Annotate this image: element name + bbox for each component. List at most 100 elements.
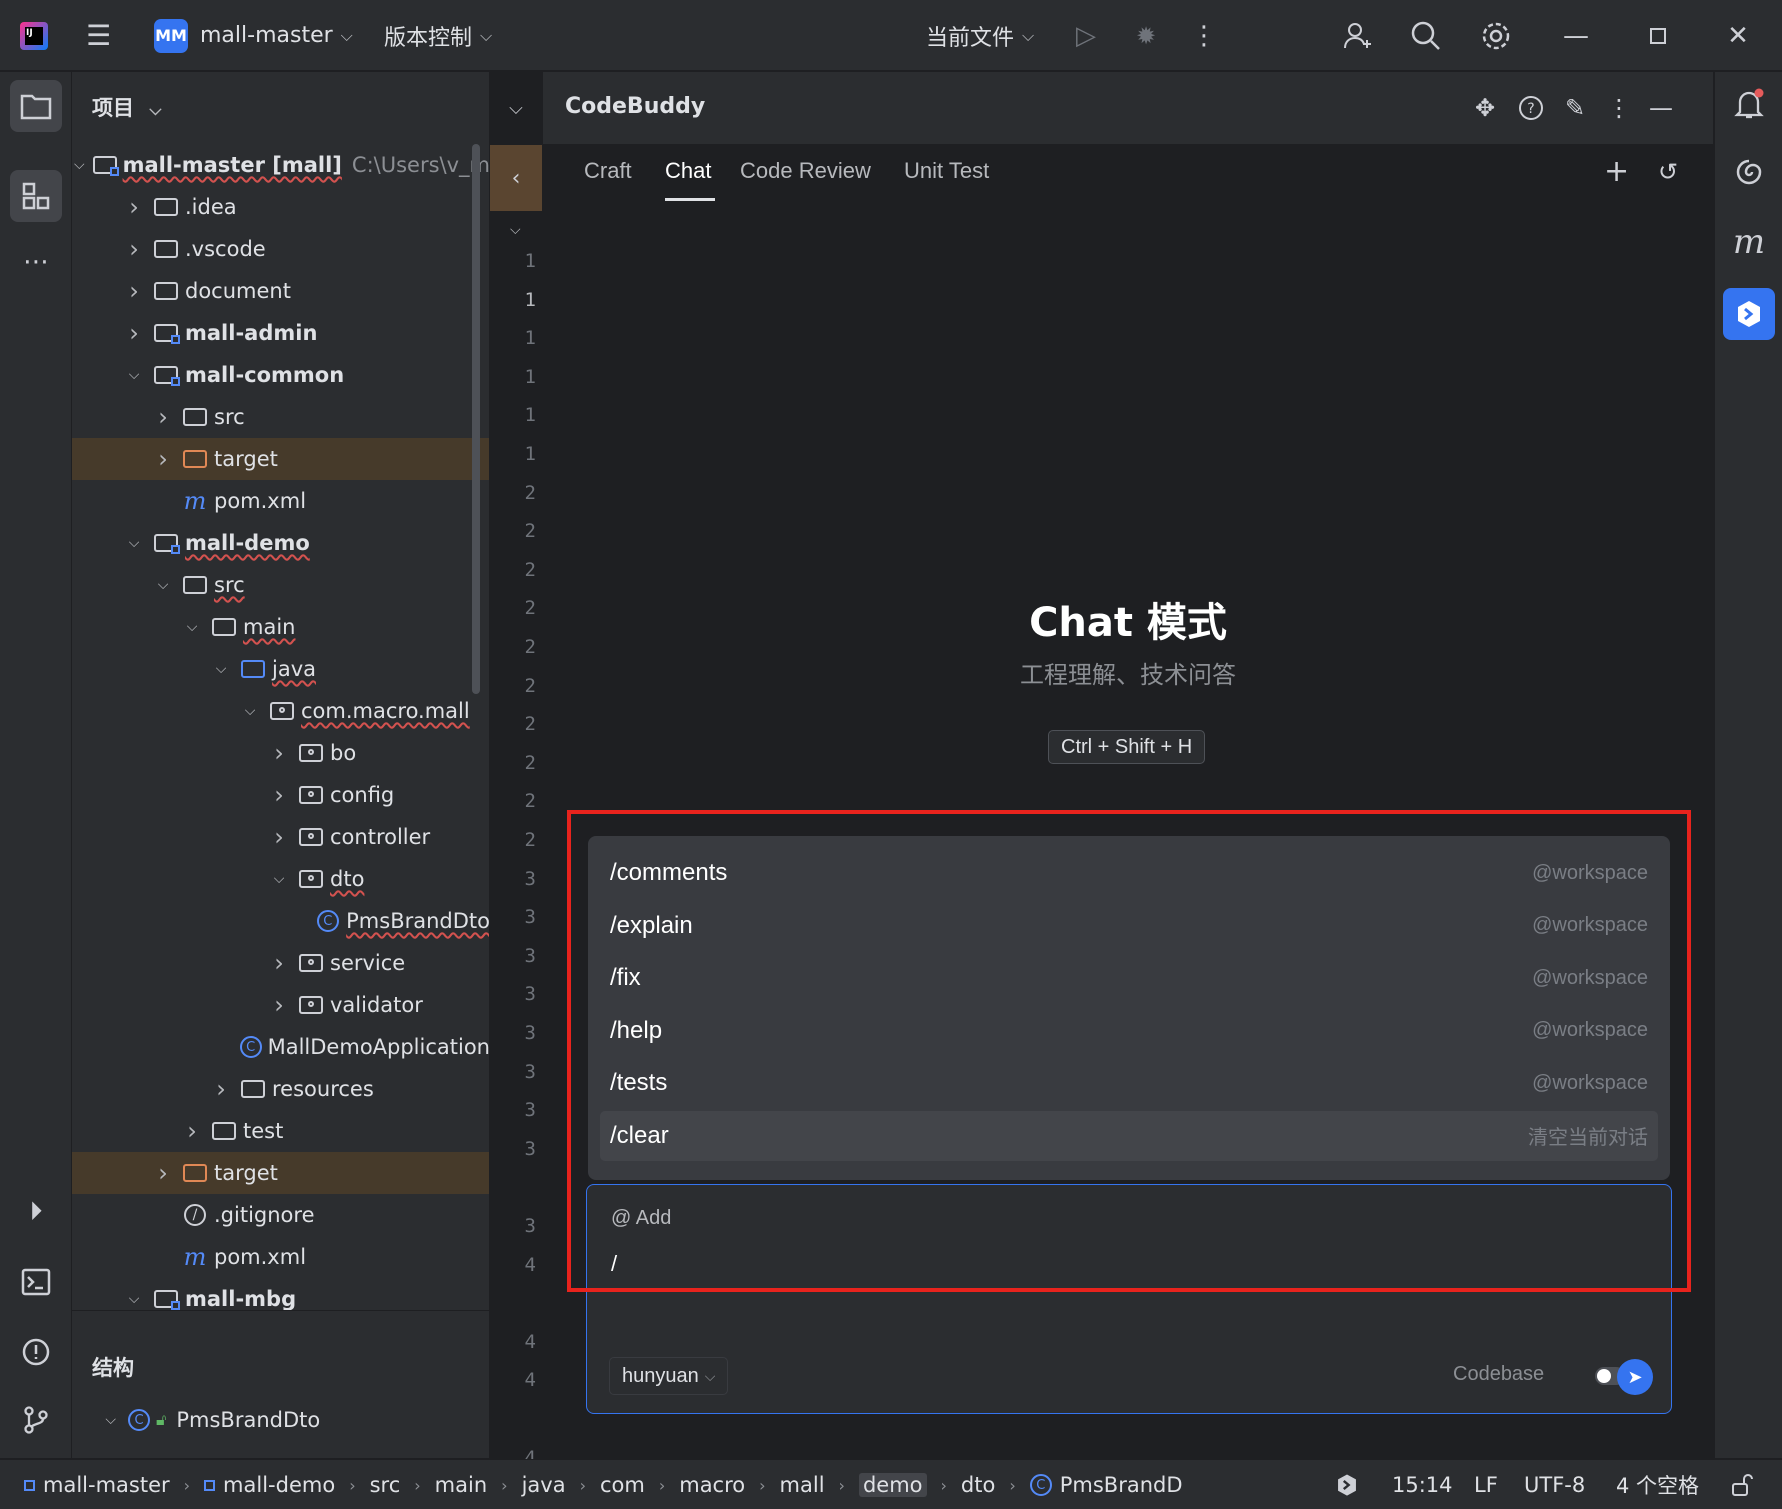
chevron-right-icon[interactable]: ›: [152, 1159, 174, 1187]
plugins-tool-button[interactable]: [10, 170, 62, 222]
chevron-down-icon[interactable]: ⌵: [239, 703, 261, 719]
new-chat-icon[interactable]: +: [1604, 154, 1629, 189]
breadcrumb-item[interactable]: demo: [858, 1473, 927, 1497]
breadcrumb-item[interactable]: mall-master: [24, 1473, 170, 1497]
tree-item[interactable]: › test: [72, 1110, 489, 1152]
project-tool-button[interactable]: [10, 80, 62, 132]
add-user-icon[interactable]: [1338, 16, 1378, 56]
chevron-down-icon[interactable]: ⌵: [123, 535, 145, 551]
tree-item[interactable]: › mall-admin: [72, 312, 489, 354]
run-config-selector[interactable]: 当前文件 ⌵: [926, 0, 1034, 71]
chat-input-text[interactable]: /: [611, 1251, 617, 1277]
edit-icon[interactable]: ✎: [1557, 90, 1593, 126]
tree-item[interactable]: › .vscode: [72, 228, 489, 270]
more-vertical-icon[interactable]: ⋮: [1601, 90, 1637, 126]
chevron-right-icon[interactable]: ›: [123, 277, 145, 305]
chevron-right-icon[interactable]: ›: [152, 445, 174, 473]
chevron-right-icon[interactable]: ›: [210, 1075, 232, 1103]
vcs-menu[interactable]: 版本控制 ⌵: [384, 0, 492, 71]
project-switcher[interactable]: MM mall-master ⌵: [154, 0, 353, 71]
tab-craft[interactable]: Craft: [584, 158, 632, 184]
minimize-icon[interactable]: —: [1556, 16, 1596, 56]
breadcrumb-item[interactable]: macro: [679, 1473, 745, 1497]
chevron-down-icon[interactable]: ⌵: [210, 661, 232, 677]
chevron-right-icon[interactable]: ›: [268, 991, 290, 1019]
tree-item[interactable]: ⌵ com.macro.mall: [72, 690, 489, 732]
chevron-down-icon[interactable]: ⌵: [123, 367, 145, 383]
project-panel-header[interactable]: 项目 ⌵: [92, 92, 161, 122]
breadcrumb-item[interactable]: java: [522, 1473, 566, 1497]
model-selector[interactable]: hunyuan ⌵: [609, 1357, 729, 1395]
tree-item[interactable]: ⌵ main: [72, 606, 489, 648]
chevron-right-icon[interactable]: ›: [268, 739, 290, 767]
tree-item[interactable]: ⌵ mall-common: [72, 354, 489, 396]
chevron-down-icon[interactable]: ⌵: [510, 222, 521, 238]
chevron-right-icon[interactable]: ›: [123, 319, 145, 347]
tree-item[interactable]: › src: [72, 396, 489, 438]
services-icon[interactable]: ⏵: [10, 1186, 62, 1238]
lock-icon[interactable]: [1730, 1460, 1754, 1509]
chevron-right-icon[interactable]: ›: [123, 193, 145, 221]
add-context-button[interactable]: @ Add: [611, 1207, 671, 1230]
app-logo-icon[interactable]: IJ: [20, 0, 48, 71]
chevron-right-icon[interactable]: ›: [268, 949, 290, 977]
structure-item[interactable]: ⌵ C 🔓︎ PmsBrandDto: [72, 1400, 490, 1440]
tab-chat[interactable]: Chat: [665, 158, 711, 184]
tree-item[interactable]: › config: [72, 774, 489, 816]
chevron-right-icon[interactable]: ›: [268, 823, 290, 851]
breadcrumb-item[interactable]: dto: [961, 1473, 995, 1497]
minimize-panel-icon[interactable]: —: [1643, 90, 1679, 126]
command-item[interactable]: /tests @workspace: [600, 1058, 1658, 1108]
chat-input-box[interactable]: @ Add / hunyuan ⌵ Codebase ➤: [586, 1184, 1672, 1414]
chevron-down-icon[interactable]: ⌵: [123, 1291, 145, 1307]
tree-item[interactable]: C MallDemoApplication: [72, 1026, 489, 1068]
git-branch-icon[interactable]: [10, 1394, 62, 1446]
chevron-right-icon[interactable]: ›: [123, 235, 145, 263]
chevron-down-icon[interactable]: ⌵: [181, 619, 203, 635]
breadcrumb-item[interactable]: com: [600, 1473, 645, 1497]
ai-assistant-icon[interactable]: [1723, 146, 1775, 198]
terminal-icon[interactable]: [10, 1256, 62, 1308]
history-icon[interactable]: ↺: [1658, 158, 1678, 186]
chevron-right-icon[interactable]: ›: [181, 1117, 203, 1145]
codebuddy-status-icon[interactable]: [1334, 1460, 1360, 1509]
tree-scrollbar[interactable]: [472, 144, 480, 694]
command-item[interactable]: /fix @workspace: [600, 953, 1658, 1003]
run-icon[interactable]: ▷: [1066, 16, 1106, 56]
collapse-panel-button[interactable]: ‹: [490, 145, 542, 211]
tree-item[interactable]: › service: [72, 942, 489, 984]
notifications-bell-icon[interactable]: [1723, 78, 1775, 130]
tree-item[interactable]: C PmsBrandDto: [72, 900, 489, 942]
tree-item[interactable]: › resources: [72, 1068, 489, 1110]
tree-item[interactable]: / .gitignore: [72, 1194, 489, 1236]
move-icon[interactable]: ✥: [1467, 90, 1503, 126]
tree-item[interactable]: › bo: [72, 732, 489, 774]
tree-item[interactable]: › controller: [72, 816, 489, 858]
debug-icon[interactable]: ✹: [1126, 16, 1166, 56]
chevron-right-icon[interactable]: ›: [152, 403, 174, 431]
chevron-right-icon[interactable]: ›: [268, 781, 290, 809]
tree-item[interactable]: m pom.xml: [72, 480, 489, 522]
chevron-down-icon[interactable]: ⌵: [490, 88, 542, 128]
breadcrumb-item[interactable]: src: [370, 1473, 401, 1497]
line-separator[interactable]: LF: [1474, 1460, 1498, 1509]
main-menu-icon[interactable]: ☰: [86, 0, 111, 71]
tree-item[interactable]: › target: [72, 438, 489, 480]
chevron-down-icon[interactable]: ⌵: [268, 871, 290, 887]
cursor-position[interactable]: 15:14: [1392, 1460, 1453, 1509]
tree-item[interactable]: › document: [72, 270, 489, 312]
tree-item[interactable]: › target: [72, 1152, 489, 1194]
maven-icon[interactable]: m: [1723, 216, 1775, 268]
settings-gear-icon[interactable]: [1476, 16, 1516, 56]
tree-item[interactable]: › .idea: [72, 186, 489, 228]
tree-item[interactable]: m pom.xml: [72, 1236, 489, 1278]
tree-item[interactable]: ⌵ src: [72, 564, 489, 606]
breadcrumb-item[interactable]: main: [435, 1473, 487, 1497]
breadcrumb-item[interactable]: C PmsBrandD: [1029, 1473, 1183, 1497]
tree-item[interactable]: ⌵ mall-master [mall] C:\Users\v_m: [72, 144, 489, 186]
tree-item[interactable]: ⌵ java: [72, 648, 489, 690]
tab-unit-test[interactable]: Unit Test: [904, 158, 989, 184]
send-icon[interactable]: ➤: [1617, 1359, 1653, 1395]
tree-item[interactable]: ⌵ dto: [72, 858, 489, 900]
codebuddy-icon[interactable]: [1723, 288, 1775, 340]
